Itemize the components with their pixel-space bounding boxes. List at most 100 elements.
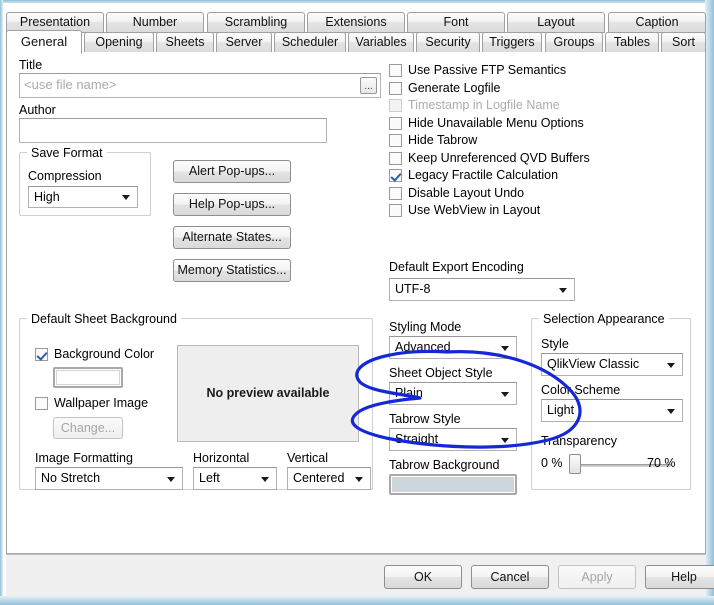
vertical-label: Vertical: [287, 451, 328, 465]
color-scheme-select[interactable]: Light: [541, 399, 683, 422]
transparency-min-label: 0 %: [541, 456, 563, 470]
tab-server[interactable]: Server: [216, 32, 272, 53]
checkbox-label: Use WebView in Layout: [408, 203, 541, 217]
checkbox-box: [389, 117, 402, 130]
title-browse-button[interactable]: ...: [360, 77, 377, 94]
checkbox-label: Disable Layout Undo: [408, 186, 525, 200]
memory-statistics-button[interactable]: Memory Statistics...: [173, 259, 291, 282]
color-scheme-label: Color Scheme: [541, 383, 621, 397]
checkbox-label: Legacy Fractile Calculation: [408, 168, 559, 182]
checkbox-label: Use Passive FTP Semantics: [408, 63, 567, 77]
tab-scheduler[interactable]: Scheduler: [274, 32, 346, 53]
chevron-down-icon: [261, 476, 269, 482]
tab-strip: Presentation Number Scrambling Extensions Fo…: [6, 12, 706, 54]
compression-select[interactable]: High: [28, 186, 138, 208]
tab-variables[interactable]: Variables: [348, 32, 414, 53]
image-formatting-select[interactable]: No Stretch: [35, 467, 183, 490]
window-frame-left: [0, 0, 3, 605]
checkbox-label: Generate Logfile: [408, 81, 501, 95]
checkbox-box: [35, 397, 48, 410]
image-formatting-label: Image Formatting: [35, 451, 133, 465]
selection-style-value: QlikView Classic: [547, 357, 640, 371]
horizontal-value: Left: [199, 471, 220, 485]
tab-sort[interactable]: Sort: [661, 32, 706, 53]
general-tab-panel: Title <use file name> ... Author Save Fo…: [6, 52, 706, 554]
tab-caption[interactable]: Caption: [608, 12, 706, 33]
ok-button[interactable]: OK: [384, 565, 462, 589]
tab-font[interactable]: Font: [407, 12, 505, 33]
sheet-object-style-select[interactable]: Plain: [389, 382, 517, 405]
tab-scrambling[interactable]: Scrambling: [207, 12, 305, 33]
tab-sheets[interactable]: Sheets: [156, 32, 214, 53]
transparency-label: Transparency: [541, 434, 617, 448]
tab-security[interactable]: Security: [416, 32, 480, 53]
checkbox-box: [389, 187, 402, 200]
wallpaper-preview: No preview available: [177, 345, 359, 442]
image-formatting-value: No Stretch: [41, 471, 101, 485]
chevron-down-icon: [667, 362, 675, 368]
dialog-footer: OK Cancel Apply Help: [6, 554, 714, 596]
export-encoding-select[interactable]: UTF-8: [389, 278, 575, 301]
tab-number[interactable]: Number: [106, 12, 204, 33]
tab-opening[interactable]: Opening: [84, 32, 154, 53]
help-button[interactable]: Help: [645, 565, 714, 589]
horizontal-select[interactable]: Left: [193, 467, 277, 490]
author-input[interactable]: [19, 118, 327, 143]
window-frame-bottom: [0, 596, 714, 605]
author-label: Author: [19, 103, 56, 117]
title-input[interactable]: <use file name>: [19, 73, 381, 98]
tabrow-style-label: Tabrow Style: [389, 412, 461, 426]
chevron-down-icon: [355, 476, 363, 482]
tab-extensions[interactable]: Extensions: [307, 12, 405, 33]
transparency-slider-thumb[interactable]: [569, 454, 581, 474]
styling-mode-label: Styling Mode: [389, 320, 462, 334]
checkbox-box: [389, 204, 402, 217]
title-placeholder: <use file name>: [24, 77, 117, 92]
tab-tables[interactable]: Tables: [605, 32, 659, 53]
tabrow-style-value: Straight: [395, 432, 439, 446]
window-frame-top: [0, 0, 714, 3]
styling-mode-value: Advanced: [395, 340, 451, 354]
save-format-group-title: Save Format: [27, 146, 107, 160]
tab-layout[interactable]: Layout: [507, 12, 605, 33]
document-properties-window: Presentation Number Scrambling Extensions Fo…: [0, 0, 714, 605]
alternate-states-button[interactable]: Alternate States...: [173, 226, 291, 249]
color-scheme-value: Light: [547, 403, 575, 417]
background-color-label: Background Color: [54, 347, 155, 361]
help-popups-button[interactable]: Help Pop-ups...: [173, 193, 291, 216]
styling-mode-select[interactable]: Advanced: [389, 336, 517, 359]
checkbox-label: Timestamp in Logfile Name: [408, 98, 560, 112]
apply-button[interactable]: Apply: [558, 565, 636, 589]
tab-groups[interactable]: Groups: [545, 32, 603, 53]
chevron-down-icon: [501, 391, 509, 397]
selection-style-label: Style: [541, 337, 569, 351]
checkbox-box: [35, 348, 48, 361]
swatch-inner: [56, 370, 120, 385]
selection-appearance-group-title: Selection Appearance: [539, 312, 669, 326]
alert-popups-button[interactable]: Alert Pop-ups...: [173, 160, 291, 183]
checkbox-box: [389, 82, 402, 95]
cancel-button[interactable]: Cancel: [471, 565, 549, 589]
tab-row-primary: General Opening Sheets Server Scheduler Varia…: [6, 30, 706, 54]
tabrow-background-label: Tabrow Background: [389, 458, 500, 472]
change-wallpaper-button[interactable]: Change...: [53, 417, 123, 439]
background-color-swatch[interactable]: [53, 367, 123, 388]
checkbox-box: [389, 64, 402, 77]
checkbox-box: [389, 134, 402, 147]
tabrow-background-swatch[interactable]: [389, 474, 517, 495]
chevron-down-icon: [501, 437, 509, 443]
vertical-value: Centered: [293, 471, 345, 485]
checkbox-box: [389, 152, 402, 165]
horizontal-label: Horizontal: [193, 451, 250, 465]
tabrow-style-select[interactable]: Straight: [389, 428, 517, 451]
chevron-down-icon: [559, 287, 567, 293]
selection-style-select[interactable]: QlikView Classic: [541, 353, 683, 376]
vertical-select[interactable]: Centered: [287, 467, 371, 490]
sheet-object-style-label: Sheet Object Style: [389, 366, 493, 380]
sheet-object-style-value: Plain: [395, 386, 423, 400]
swatch-inner: [392, 477, 514, 492]
tab-general[interactable]: General: [6, 30, 82, 54]
transparency-max-label: 70 %: [647, 456, 676, 470]
tab-triggers[interactable]: Triggers: [482, 32, 542, 53]
export-encoding-label: Default Export Encoding: [389, 260, 524, 274]
